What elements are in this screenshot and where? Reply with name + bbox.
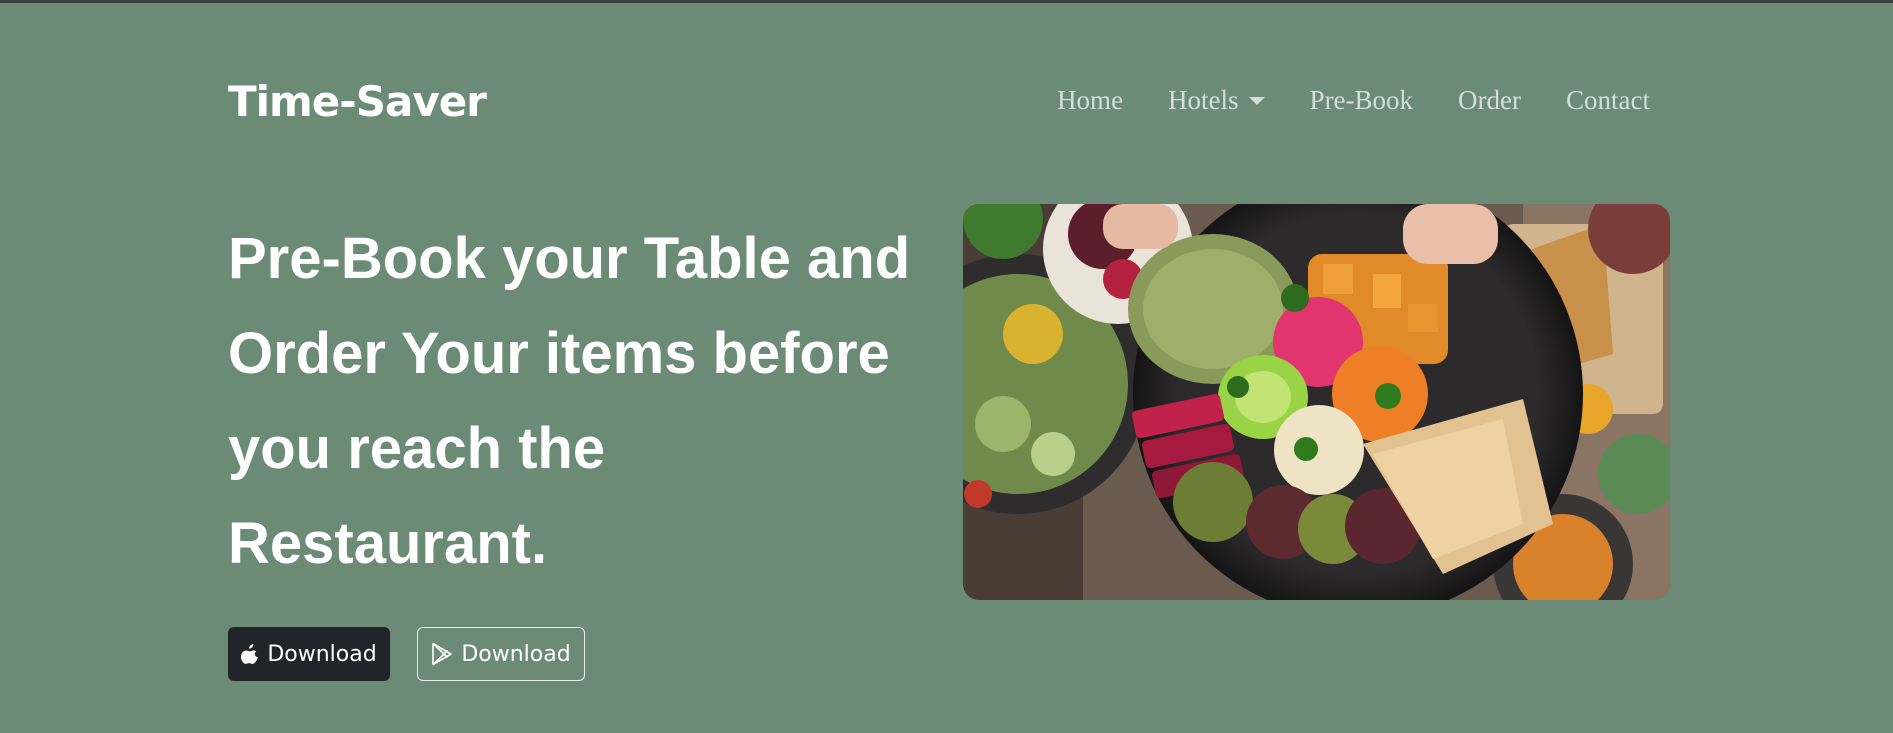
nav-order[interactable]: Order [1458,85,1521,116]
brand-logo[interactable]: Time-Saver [228,77,487,126]
nav-hotels-dropdown[interactable]: Hotels [1168,85,1265,116]
main-nav: Home Hotels Pre-Book Order Contact [1057,85,1650,116]
app-store-button-label: Download [267,641,377,667]
hero-headline: Pre-Book your Table and Order Your items… [228,226,911,576]
google-play-button-label: Download [461,641,571,667]
nav-home[interactable]: Home [1057,85,1123,116]
google-play-icon [432,642,453,666]
chevron-down-icon [1248,96,1265,105]
nav-hotels-label: Hotels [1168,85,1239,115]
app-store-download-button[interactable]: Download [228,627,390,681]
apple-icon [241,643,259,664]
google-play-download-button[interactable]: Download [417,627,585,681]
nav-prebook[interactable]: Pre-Book [1310,85,1414,116]
hero-food-image [963,204,1670,600]
nav-contact[interactable]: Contact [1566,85,1650,116]
food-bowl-photo [963,204,1670,600]
